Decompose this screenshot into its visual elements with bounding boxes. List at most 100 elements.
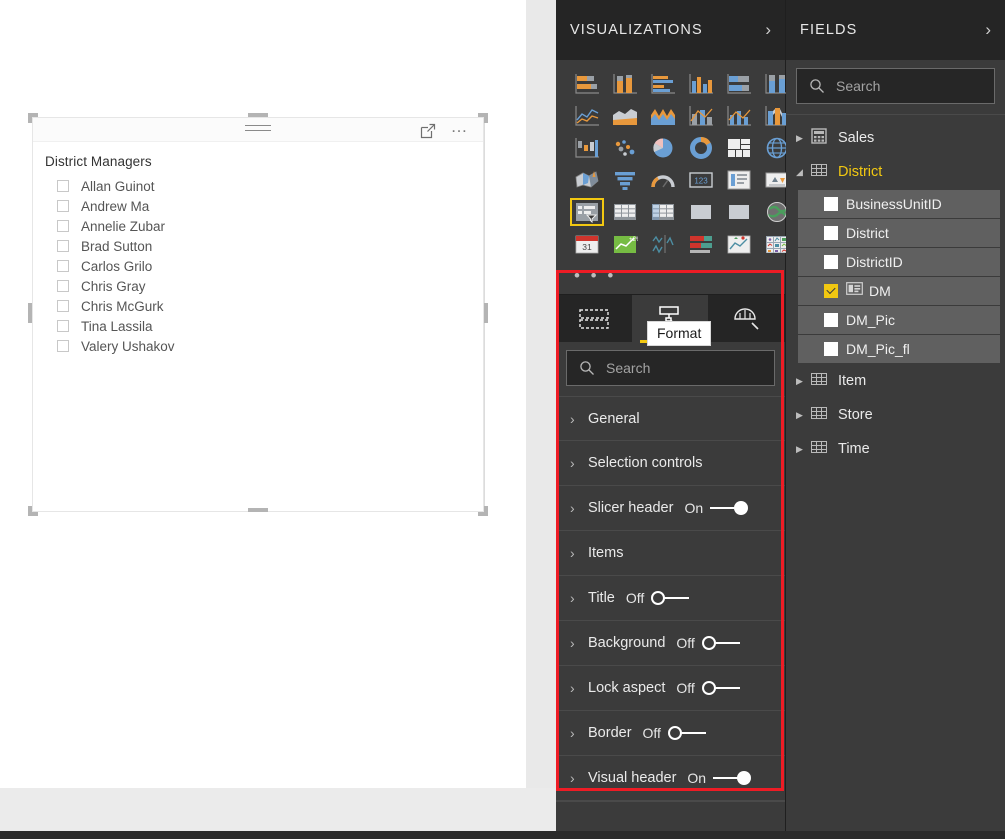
triangle-right-icon[interactable]: ▶ (796, 133, 810, 144)
tab-analytics[interactable] (708, 295, 784, 343)
chevron-right-icon[interactable]: › (570, 500, 588, 516)
slicer-item[interactable]: Valery Ushakov (45, 336, 483, 356)
format-section-items[interactable]: ›Items (556, 531, 785, 576)
chevron-right-icon[interactable]: › (570, 545, 588, 561)
toggle-switch[interactable] (710, 501, 748, 515)
field-item-businessunitid[interactable]: BusinessUnitID (798, 190, 1000, 218)
focus-mode-icon[interactable] (419, 122, 437, 140)
viz-type-sparkline-visual[interactable] (646, 230, 680, 258)
format-toggle[interactable]: Off (676, 635, 739, 651)
format-toggle[interactable]: Off (676, 680, 739, 696)
slicer-item[interactable]: Tina Lassila (45, 316, 483, 336)
fields-table-store[interactable]: ▶Store (786, 398, 1005, 432)
format-section-list[interactable]: ›General›Selection controls›Slicer heade… (556, 396, 785, 801)
triangle-right-icon[interactable]: ▶ (796, 376, 810, 387)
format-section-background[interactable]: ›BackgroundOff (556, 621, 785, 666)
chevron-right-icon[interactable]: › (570, 725, 588, 741)
viz-type-stacked-column-chart[interactable] (608, 70, 642, 98)
slicer-checkbox[interactable] (57, 240, 69, 252)
field-checkbox[interactable] (824, 342, 838, 356)
slicer-item[interactable]: Chris Gray (45, 276, 483, 296)
viz-type-multi-row-card[interactable] (722, 166, 756, 194)
chevron-right-icon[interactable]: › (570, 411, 588, 427)
viz-type-filled-map[interactable] (570, 166, 604, 194)
field-item-district[interactable]: District (798, 219, 1000, 247)
field-checkbox[interactable] (824, 226, 838, 240)
viz-type-trend-analysis-visual[interactable] (722, 230, 756, 258)
slicer-checkbox[interactable] (57, 200, 69, 212)
toggle-switch[interactable] (651, 591, 689, 605)
format-toggle[interactable]: On (684, 500, 748, 516)
format-section-visual-header[interactable]: ›Visual headerOn (556, 756, 785, 801)
viz-type-bullet-chart-visual[interactable] (684, 230, 718, 258)
viz-type-line-and-clustered-column-chart[interactable] (722, 102, 756, 130)
fields-tree[interactable]: ▶Sales◢DistrictBusinessUnitIDDistrictDis… (786, 115, 1005, 466)
toggle-switch[interactable] (713, 771, 751, 785)
chevron-right-icon[interactable]: › (570, 680, 588, 696)
slicer-checkbox[interactable] (57, 300, 69, 312)
slicer-visual[interactable]: … District Managers Allan GuinotAndrew M… (32, 117, 484, 512)
chevron-right-icon[interactable]: › (570, 770, 588, 786)
viz-type-line-and-stacked-column-chart[interactable] (684, 102, 718, 130)
slicer-item[interactable]: Brad Sutton (45, 236, 483, 256)
slicer-item[interactable]: Annelie Zubar (45, 216, 483, 236)
fields-table-item[interactable]: ▶Item (786, 364, 1005, 398)
chevron-right-icon[interactable]: › (765, 20, 771, 40)
slicer-checkbox[interactable] (57, 260, 69, 272)
viz-type-table[interactable] (608, 198, 642, 226)
selected-visual-container[interactable]: … District Managers Allan GuinotAndrew M… (28, 113, 488, 516)
format-search-input[interactable]: Search (566, 350, 775, 386)
chevron-right-icon[interactable]: › (570, 635, 588, 651)
slicer-item[interactable]: Andrew Ma (45, 196, 483, 216)
slicer-checkbox[interactable] (57, 280, 69, 292)
viz-type-stacked-bar-chart[interactable] (570, 70, 604, 98)
resize-handle-bottom-center[interactable] (248, 508, 268, 512)
toggle-switch[interactable] (702, 681, 740, 695)
resize-handle-top-center[interactable] (248, 113, 268, 117)
viz-type-100-percent-stacked-bar-chart[interactable] (722, 70, 756, 98)
format-toggle[interactable]: On (687, 770, 751, 786)
resize-handle-right-middle[interactable] (484, 303, 488, 323)
format-section-title[interactable]: ›TitleOff (556, 576, 785, 621)
slicer-item[interactable]: Chris McGurk (45, 296, 483, 316)
chevron-right-icon[interactable]: › (570, 455, 588, 471)
slicer-item[interactable]: Allan Guinot (45, 176, 483, 196)
more-options-icon[interactable]: … (449, 122, 471, 140)
triangle-down-icon[interactable]: ◢ (796, 167, 810, 178)
viz-type-treemap[interactable] (722, 134, 756, 162)
chevron-right-icon[interactable]: › (985, 20, 991, 40)
viz-type-slicer[interactable] (570, 198, 604, 226)
resize-handle-bottom-left[interactable] (28, 502, 42, 516)
slicer-checkbox[interactable] (57, 320, 69, 332)
viz-type-stacked-area-chart[interactable] (646, 102, 680, 130)
viz-type-card[interactable]: 123 (684, 166, 718, 194)
fields-table-time[interactable]: ▶Time (786, 432, 1005, 466)
field-checkbox[interactable] (824, 255, 838, 269)
slicer-checkbox[interactable] (57, 220, 69, 232)
more-visuals-button[interactable]: • • • (556, 264, 785, 294)
resize-handle-top-left[interactable] (28, 113, 42, 127)
viz-type-gauge-chart[interactable] (646, 166, 680, 194)
viz-type-funnel-chart[interactable] (608, 166, 642, 194)
slicer-checkbox[interactable] (57, 340, 69, 352)
viz-type-line-chart[interactable] (570, 102, 604, 130)
tab-fields[interactable] (556, 295, 632, 343)
slicer-checkbox[interactable] (57, 180, 69, 192)
slicer-menu-icon[interactable] (245, 125, 271, 135)
viz-type-area-chart[interactable] (608, 102, 642, 130)
format-section-slicer-header[interactable]: ›Slicer headerOn (556, 486, 785, 531)
field-item-dm[interactable]: DM (798, 277, 1000, 305)
field-checkbox[interactable] (824, 284, 838, 298)
format-section-border[interactable]: ›BorderOff (556, 711, 785, 756)
triangle-right-icon[interactable]: ▶ (796, 444, 810, 455)
visualization-type-gallery[interactable]: 12331+2% (556, 60, 785, 264)
viz-type-python-visual[interactable] (722, 198, 756, 226)
format-toggle[interactable]: Off (626, 590, 689, 606)
viz-type-matrix[interactable] (646, 198, 680, 226)
resize-handle-bottom-right[interactable] (474, 502, 488, 516)
slicer-item[interactable]: Carlos Grilo (45, 256, 483, 276)
triangle-right-icon[interactable]: ▶ (796, 410, 810, 421)
chevron-right-icon[interactable]: › (570, 590, 588, 606)
slicer-item-list[interactable]: Allan GuinotAndrew MaAnnelie ZubarBrad S… (45, 176, 483, 356)
resize-handle-top-right[interactable] (474, 113, 488, 127)
